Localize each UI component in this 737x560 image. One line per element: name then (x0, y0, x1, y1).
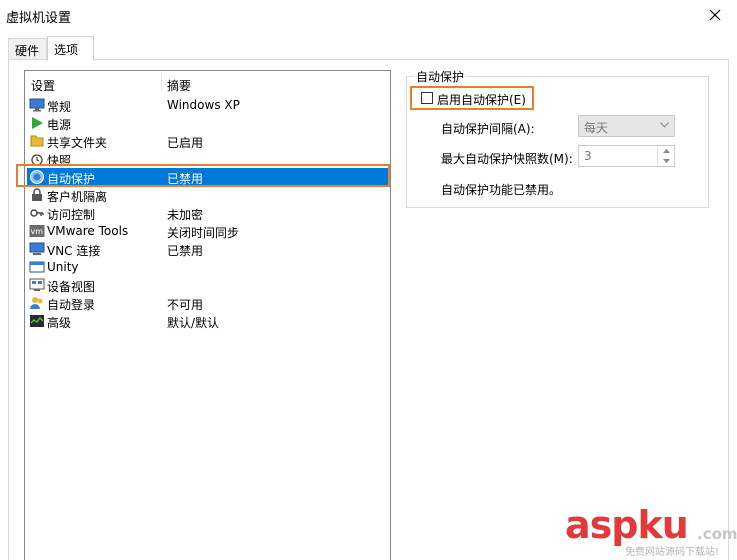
list-item-label: 常规 (47, 100, 72, 114)
list-item-vnc[interactable]: VNC 连接 已禁用 (27, 240, 388, 258)
folder-icon (30, 135, 44, 147)
list-item-label: 访问控制 (47, 208, 96, 222)
list-item-summary: 未加密 (167, 208, 204, 222)
column-divider[interactable] (161, 73, 162, 91)
close-button[interactable] (700, 2, 730, 28)
svg-text:vm: vm (31, 227, 44, 236)
list-item-label: 共享文件夹 (47, 136, 108, 150)
device-view-icon (29, 278, 45, 291)
list-item-vmware-tools[interactable]: vm VMware Tools 关闭时间同步 (27, 222, 388, 240)
watermark: aspku .com 免费网站源码下载站! (565, 503, 737, 559)
list-item-label: 自动保护 (47, 172, 96, 186)
stepper-up-button[interactable] (658, 146, 674, 156)
list-item-label: 快照 (47, 154, 72, 168)
interval-select[interactable]: 每天 (578, 115, 675, 137)
watermark-tld: .com (697, 525, 737, 543)
tab-hardware[interactable]: 硬件 (8, 38, 47, 60)
list-item-label: 电源 (47, 118, 72, 132)
interval-label: 自动保护间隔(A): (441, 122, 535, 136)
list-item-summary: 已禁用 (167, 244, 204, 258)
list-item-summary: 默认/默认 (167, 316, 220, 330)
lock-icon (32, 188, 42, 201)
play-icon (32, 117, 43, 129)
advanced-icon (30, 315, 44, 327)
list-item-power[interactable]: 电源 (27, 114, 388, 132)
list-item-label: 自动登录 (47, 298, 96, 312)
users-icon (30, 297, 43, 309)
list-item-summary: 不可用 (167, 298, 204, 312)
list-item-autologin[interactable]: 自动登录 不可用 (27, 294, 388, 312)
max-snapshots-label: 最大自动保护快照数(M): (441, 152, 573, 166)
list-item-summary: 已禁用 (167, 172, 204, 186)
list-item-label: 高级 (47, 316, 72, 330)
stepper-down-button[interactable] (658, 156, 674, 166)
list-item-label: VMware Tools (47, 224, 129, 238)
unity-icon (29, 261, 45, 273)
list-header: 设置 摘要 (25, 71, 390, 93)
tab-options[interactable]: 选项 (47, 36, 94, 61)
list-item-label: Unity (47, 260, 79, 274)
list-item-device-view[interactable]: 设备视图 (27, 276, 388, 294)
list-item-shared-folders[interactable]: 共享文件夹 已启用 (27, 132, 388, 150)
close-icon (709, 9, 721, 21)
autoprotect-icon (30, 170, 44, 184)
list-item-general[interactable]: 常规 Windows XP (27, 96, 388, 114)
list-item-unity[interactable]: Unity (27, 258, 388, 276)
chevron-down-icon (662, 159, 670, 163)
list-item-label: 设备视图 (47, 280, 96, 294)
enable-autoprotect-label[interactable]: 启用自动保护(E) (437, 91, 526, 108)
column-header-summary[interactable]: 摘要 (167, 77, 191, 94)
list-item-label: VNC 连接 (47, 244, 101, 258)
list-item-autoprotect[interactable]: 自动保护 已禁用 (27, 168, 388, 186)
monitor-icon (29, 98, 45, 112)
watermark-brand: aspku (565, 503, 689, 547)
tab-hardware-label: 硬件 (15, 44, 40, 58)
list-item-advanced[interactable]: 高级 默认/默认 (27, 312, 388, 330)
list-item-access-control[interactable]: 访问控制 未加密 (27, 204, 388, 222)
title-bar: 虚拟机设置 (0, 0, 737, 30)
window-title: 虚拟机设置 (6, 11, 72, 26)
interval-select-value: 每天 (584, 121, 609, 135)
list-item-snapshots[interactable]: 快照 (27, 150, 388, 168)
settings-list: 设置 摘要 常规 Windows XP 电源 共享文件夹 已启用 快照 自动保护… (24, 70, 391, 560)
chevron-down-icon (660, 122, 669, 128)
max-snapshots-stepper[interactable]: 3 (578, 145, 675, 167)
list-item-guest-isolation[interactable]: 客户机隔离 (27, 186, 388, 204)
vmware-icon: vm (29, 225, 45, 237)
vnc-icon (29, 242, 45, 255)
list-item-summary: 关闭时间同步 (167, 226, 240, 240)
column-header-setting[interactable]: 设置 (31, 77, 55, 94)
list-item-summary: Windows XP (167, 98, 240, 112)
autoprotect-status-text: 自动保护功能已禁用。 (441, 183, 562, 197)
key-icon (30, 209, 44, 217)
list-item-label: 客户机隔离 (47, 190, 108, 204)
chevron-up-icon (662, 149, 670, 153)
list-item-summary: 已启用 (167, 136, 204, 150)
watermark-tagline: 免费网站源码下载站! (625, 547, 720, 558)
max-snapshots-value: 3 (584, 149, 592, 163)
enable-autoprotect-checkbox[interactable] (421, 92, 433, 104)
tab-options-label: 选项 (54, 43, 79, 57)
snapshot-icon (31, 154, 43, 166)
stepper-buttons (657, 146, 674, 166)
autoprotect-group-title: 自动保护 (414, 68, 467, 85)
